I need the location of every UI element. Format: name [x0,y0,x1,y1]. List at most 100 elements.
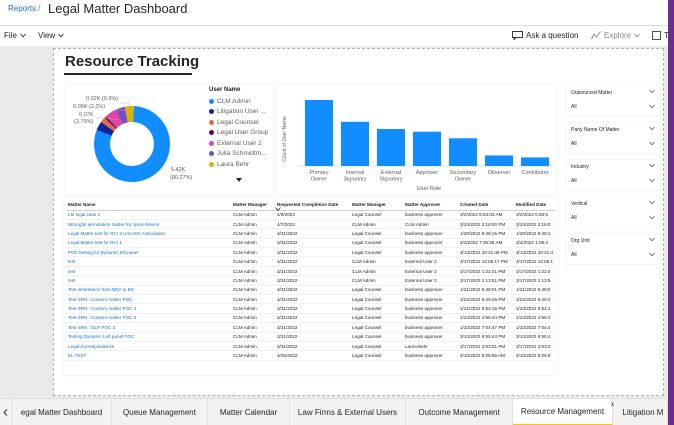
bar[interactable] [304,100,334,166]
table-cell: 3/31/2022 [275,228,350,239]
matter-table[interactable]: Matter Name Matter Manager Requested Compl… [66,199,556,374]
legend-scroll-down-icon[interactable] [235,177,243,183]
slicer-value[interactable]: All [571,215,577,221]
sort-desc-icon[interactable] [275,207,281,211]
matter-name-cell[interactable]: Test SRN : Custom matter POC [66,294,231,305]
column-header[interactable]: Modified Date [514,199,556,211]
slicer[interactable]: Vertical All [566,197,660,227]
table-row[interactable]: Test SRN : DLP POC 3 CLM Admin 3/31/2022 Le… [66,322,556,333]
view-menu[interactable]: View [38,31,65,40]
page-tab[interactable]: Resource Management [513,399,613,425]
table-cell: business approver [403,210,458,220]
chevron-down-icon[interactable] [649,126,655,131]
chevron-down-icon[interactable] [649,104,655,109]
matter-name-cell[interactable]: test [66,256,231,267]
bar[interactable] [412,131,442,166]
slicer-value[interactable]: All [571,104,577,110]
table-cell: 1/21/2022 6:48:0 [514,285,556,296]
matter-name-cell[interactable]: test [66,275,231,286]
bar[interactable] [340,121,370,166]
legend-item[interactable]: Laura Behr [209,159,271,170]
table-row[interactable]: Legal Correspondence CLM Admin 3/31/2022 Le… [66,341,556,352]
matter-name-cell[interactable]: Legal Correspondence [66,341,231,352]
matter-name-cell[interactable]: Test SRN : Custom matter POC 2 [66,313,231,324]
chevron-down-icon[interactable] [649,215,655,220]
legend-item[interactable]: CLM Admin [209,96,271,107]
ask-question-button[interactable]: Ask a question [512,31,578,40]
column-header[interactable]: Matter Manager [350,199,403,211]
page-tab[interactable]: Queue Management [112,399,208,425]
table-row[interactable]: test CLM Admin 3/31/2022 CLM Admin External … [66,275,556,286]
chevron-down-icon[interactable] [649,237,655,242]
bar-chart[interactable]: Count of User Name PrimaryOwnerInternalS… [277,84,556,194]
column-header[interactable]: Matter Manager [231,199,275,211]
table-row[interactable]: LM legal case 1 CLM Admin 4/9/2022 Legal Co… [66,210,556,220]
legend-item[interactable]: Legal User Group [209,128,271,139]
matter-name-cell[interactable]: Test SRN : DLP POC 3 [66,322,231,333]
legend-item[interactable]: Litigation User ... [209,107,271,118]
table-cell: 3/2/2022 8:53:03 AM [458,210,514,220]
table-row[interactable]: Test SRN : Custom matter POC 2 CLM Admin 3… [66,313,556,324]
page-tab[interactable]: Outcome Management [406,399,513,425]
file-menu[interactable]: File [4,31,26,40]
bar[interactable] [484,155,514,166]
chevron-down-icon[interactable] [649,178,655,183]
table-row[interactable]: EL TEST CLM Admin 3/25/2022 Legal Counsel bu… [66,350,556,361]
slicer[interactable]: Party Name Of Matter All [566,123,660,153]
tabs-scroll-left[interactable] [0,399,12,425]
table-cell: CLM Admin [231,285,275,296]
slicer[interactable]: Outsourced Matter All [566,86,660,116]
matter-name-cell[interactable]: EL TEST [66,350,231,361]
bar[interactable] [376,129,406,166]
legend-dot [209,119,214,125]
column-header[interactable]: Matter Name [66,199,231,211]
chevron-down-icon[interactable] [649,141,655,146]
bar[interactable] [520,157,550,166]
table-row[interactable]: Test SRN : Custom matter POC CLM Admin 3/3… [66,294,556,305]
legend-item[interactable]: External User 2 [209,138,271,149]
chevron-down-icon[interactable] [649,252,655,257]
breadcrumb-reports-link[interactable]: Reports [8,4,36,13]
matter-name-cell[interactable]: Testing Dynamic Left panel POC [66,332,231,342]
table-cell: 1/21/2022 6:48:01 PM [458,285,514,296]
legend-label: Legal Counsel [217,118,259,126]
page-tab[interactable]: Matter Calendar [208,399,290,425]
matter-name-cell[interactable]: Legal Matter test for RCI 3 Umo ED Assoc… [66,228,231,239]
column-header[interactable]: Requested Completion Date [275,199,350,211]
page-tab[interactable]: Law Firms & External Users [290,399,406,425]
column-header[interactable]: Matter Approver [403,199,458,211]
matter-name-cell[interactable]: Test SRN : Custom matter POC 1 [66,303,231,314]
text-box-button[interactable]: T [652,31,669,40]
matter-name-cell[interactable]: LM legal case 1 [66,210,231,220]
close-tab-icon[interactable]: x [611,402,614,408]
matter-name-cell[interactable]: test [66,266,231,277]
column-header[interactable]: Created Date [458,199,514,211]
matter-name-cell[interactable]: Wrongful termination matter for Jyson Mi… [66,219,231,230]
chevron-down-icon[interactable] [649,89,655,94]
slicer[interactable]: Industry All [566,160,660,190]
explore-button[interactable]: Explore [591,31,640,40]
table-row[interactable]: test CLM Admin 3/31/2022 CLM Admin External … [66,266,556,277]
table-row[interactable]: POC testing for Dynamic left panel CLM Ad… [66,247,556,258]
bar[interactable] [448,138,478,166]
chevron-down-icon[interactable] [649,163,655,168]
table-row[interactable]: test CLM Admin 3/31/2022 CLM Admin External … [66,256,556,267]
table-row[interactable]: Test inheritance from NDA to ED CLM Admin… [66,285,556,296]
matter-name-cell[interactable]: POC testing for Dynamic left panel [66,247,231,258]
legend-item[interactable]: Legal Counsel [209,117,271,128]
page-tab[interactable]: egal Matter Dashboard [12,399,112,425]
legend-item[interactable]: Julia Schmidtm... [209,149,271,160]
table-row[interactable]: Legal Matter test for RCI 1 CLM Admin 3/31… [66,238,556,249]
slicer[interactable]: Org Unit All [566,234,660,264]
slicer-value[interactable]: All [571,141,577,147]
matter-name-cell[interactable]: Test inheritance from NDA to ED [66,285,231,296]
table-row[interactable]: Testing Dynamic Left panel POC CLM Admin 3… [66,332,556,342]
matter-name-cell[interactable]: Legal Matter test for RCI 1 [66,238,231,249]
table-row[interactable]: Test SRN : Custom matter POC 1 CLM Admin 3… [66,303,556,314]
slicer-value[interactable]: All [571,252,577,258]
chevron-down-icon[interactable] [649,200,655,205]
table-row[interactable]: Legal Matter test for RCI 3 Umo ED Assoc… [66,228,556,239]
table-row[interactable]: Wrongful termination matter for Jyson Mi… [66,219,556,230]
page-tab[interactable]: Litigation M [619,399,668,425]
slicer-value[interactable]: All [571,178,577,184]
